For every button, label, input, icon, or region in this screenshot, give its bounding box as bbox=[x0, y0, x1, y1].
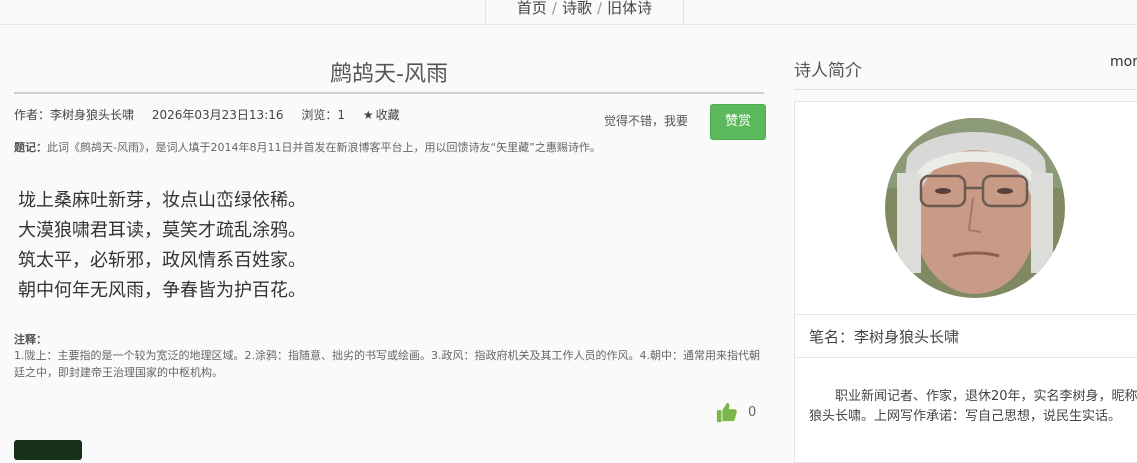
poet-penname: 笔名：李树身狼头长啸 bbox=[809, 328, 960, 346]
poem-line: 朝中何年无风雨，争春皆为护百花。 bbox=[18, 280, 306, 301]
like-button[interactable]: 0 bbox=[716, 400, 756, 424]
poet-card: 笔名：李树身狼头长啸 职业新闻记者、作家，退休20年，实名李树身，昵称狼头长啸。… bbox=[794, 101, 1137, 463]
poem-meta: 作者：李树身狼头长啸 2026年03月23日13:16 浏览：1 ★ 收藏 bbox=[14, 106, 414, 123]
star-icon[interactable]: ★ bbox=[363, 108, 374, 122]
author-link[interactable]: 作者：李树身狼头长啸 bbox=[14, 108, 134, 122]
breadcrumb-separator: / bbox=[597, 0, 603, 17]
poem-line: 筑太平，必斩邪，政风情系百姓家。 bbox=[18, 250, 306, 271]
favorite-link[interactable]: 收藏 bbox=[376, 108, 400, 122]
annotation-text: 1.陇上：主要指的是一个较为宽泛的地理区域。2.涂鸦：指随意、拙劣的书写或绘画。… bbox=[14, 349, 760, 379]
like-count: 0 bbox=[748, 404, 757, 420]
poem-body: 垅上桑麻吐新芽，妆点山峦绿依稀。 大漠狼啸君耳读，莫笑才疏乱涂鸦。 筑太平，必斩… bbox=[18, 186, 306, 306]
preface-text: 此词《鹧鸪天-风雨》，是词人填于2014年8月11日并首发在新浪博客平台上，用以… bbox=[47, 141, 601, 154]
poem-line: 垅上桑麻吐新芽，妆点山峦绿依稀。 bbox=[18, 190, 306, 211]
breadcrumb: 首页 / 诗歌 / 旧体诗 bbox=[485, 0, 684, 24]
praise-prompt: 觉得不错，我要 bbox=[604, 114, 689, 128]
thumbs-up-icon bbox=[716, 402, 737, 423]
poem-line: 大漠狼啸君耳读，莫笑才疏乱涂鸦。 bbox=[18, 220, 306, 241]
title-divider bbox=[14, 92, 764, 94]
breadcrumb-poetry-link[interactable]: 诗歌 bbox=[562, 0, 592, 17]
poet-bio: 职业新闻记者、作家，退休20年，实名李树身，昵称狼头长啸。上网写作承诺：写自己思… bbox=[809, 389, 1137, 424]
poem-title: 鹧鸪天-风雨 bbox=[330, 62, 448, 87]
poet-avatar bbox=[885, 118, 1065, 298]
preface-label: 题记： bbox=[14, 141, 47, 154]
top-nav: 首页 / 诗歌 / 旧体诗 bbox=[0, 0, 1137, 25]
sidebar-divider bbox=[794, 89, 1137, 90]
view-count: 浏览：1 bbox=[301, 108, 345, 122]
more-link[interactable]: more bbox=[1110, 54, 1137, 70]
sidebar-title: 诗人简介 bbox=[794, 61, 862, 81]
poem-preface: 题记：此词《鹧鸪天-风雨》，是词人填于2014年8月11日并首发在新浪博客平台上… bbox=[14, 139, 601, 155]
breadcrumb-home-link[interactable]: 首页 bbox=[517, 0, 547, 17]
publish-datetime: 2026年03月23日13:16 bbox=[151, 108, 284, 122]
breadcrumb-classical-poetry-link[interactable]: 旧体诗 bbox=[607, 0, 652, 17]
card-divider bbox=[795, 314, 1137, 315]
breadcrumb-separator: / bbox=[551, 0, 557, 17]
annotation-label: 注释： bbox=[14, 333, 47, 346]
card-divider bbox=[795, 357, 1137, 358]
dark-action-button[interactable] bbox=[14, 440, 82, 460]
reward-button[interactable]: 赞赏 bbox=[710, 104, 766, 140]
